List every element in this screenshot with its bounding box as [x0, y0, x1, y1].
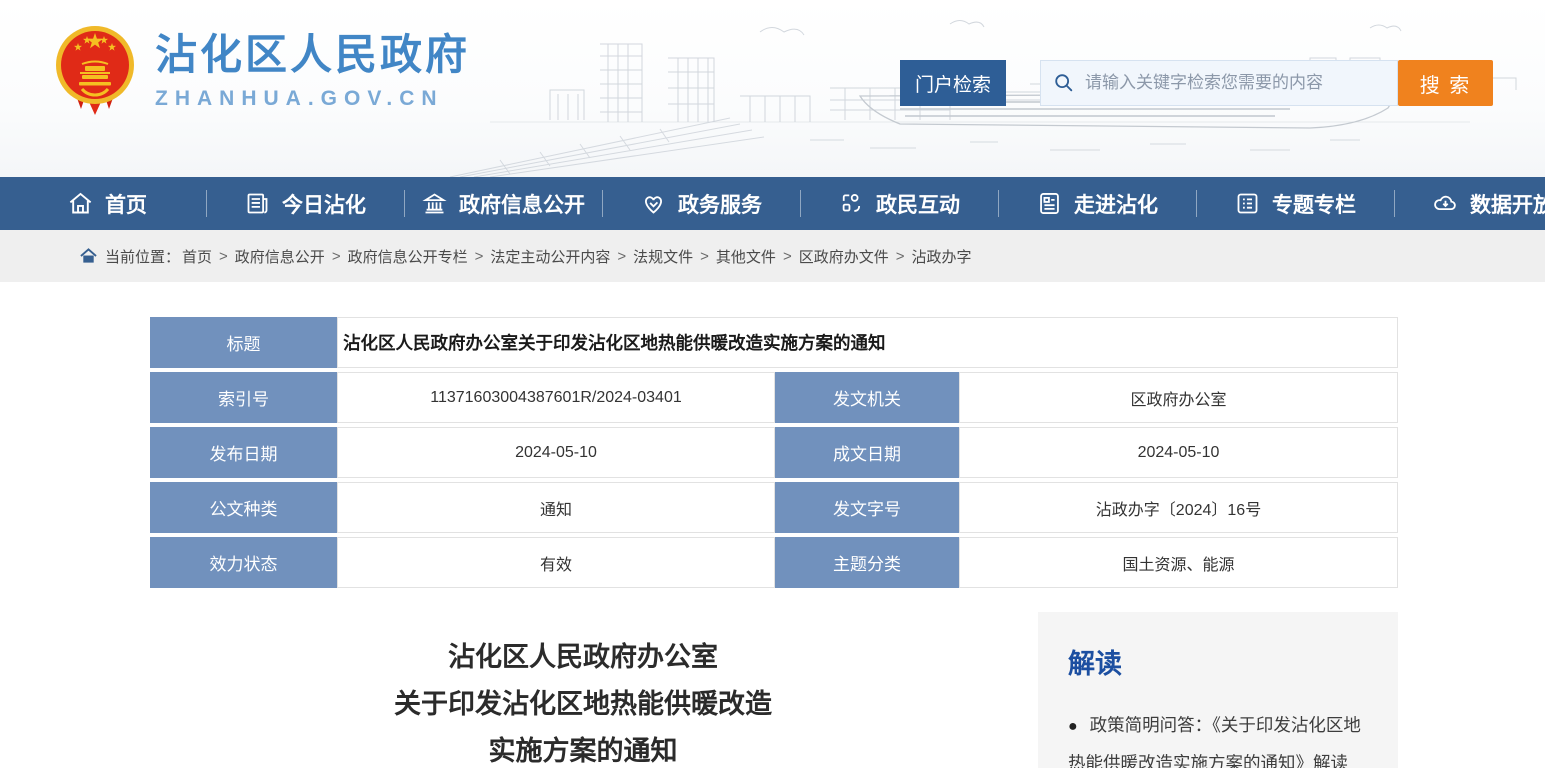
main-nav: 首页 今日沾化 政府信息公开 政务服务 政民互动	[0, 177, 1545, 230]
meta-label-written-date: 成文日期	[775, 427, 959, 478]
crumb-district-office-documents[interactable]: 区政府办文件	[799, 246, 889, 267]
meta-label-subject-category: 主题分类	[775, 537, 959, 588]
breadcrumb: 当前位置： 首页 > 政府信息公开 > 政府信息公开专栏 > 法定主动公开内容 …	[0, 230, 1545, 282]
nav-label: 政民互动	[876, 189, 960, 219]
crumb-separator: >	[896, 248, 905, 265]
meta-label-publish-date: 发布日期	[150, 427, 337, 478]
nav-label: 政务服务	[678, 189, 762, 219]
meta-value-subject-category: 国土资源、能源	[959, 537, 1398, 588]
meta-value-written-date: 2024-05-10	[959, 427, 1398, 478]
crumb-zhanzhengbanzi[interactable]: 沾政办字	[911, 246, 971, 267]
nav-label: 走进沾化	[1074, 189, 1158, 219]
crumb-separator: >	[617, 248, 626, 265]
meta-value-document-type: 通知	[337, 482, 775, 533]
meta-value-validity-status: 有效	[337, 537, 775, 588]
nav-item-government-services[interactable]: 政务服务	[602, 177, 800, 230]
nav-label: 数据开放	[1470, 189, 1545, 219]
document-title-line2: 关于印发沾化区地热能供暖改造	[150, 681, 1016, 728]
meta-row-index: 索引号 11371603004387601R/2024-03401 发文机关 区…	[150, 372, 1398, 423]
interpretation-heading: 解读	[1068, 642, 1370, 681]
cloud-download-icon	[1432, 190, 1459, 217]
meta-value-title: 沾化区人民政府办公室关于印发沾化区地热能供暖改造实施方案的通知	[337, 317, 1398, 368]
site-title: 沾化区人民政府	[155, 31, 470, 79]
interpretation-link[interactable]: ●政策简明问答：《关于印发沾化区地热能供暖改造实施方案的通知》解读	[1068, 707, 1370, 768]
government-building-icon	[421, 190, 448, 217]
meta-label-document-number: 发文字号	[775, 482, 959, 533]
nav-item-government-info[interactable]: 政府信息公开	[404, 177, 602, 230]
crumb-statutory-disclosure[interactable]: 法定主动公开内容	[490, 246, 610, 267]
site-header: 沾化区人民政府 ZHANHUA.GOV.CN 门户检索 搜 索	[0, 0, 1545, 177]
news-icon	[244, 190, 271, 217]
home-icon	[67, 190, 94, 217]
nav-item-today-zhanhua[interactable]: 今日沾化	[206, 177, 404, 230]
breadcrumb-home-icon	[80, 248, 97, 264]
meta-value-issuing-agency: 区政府办公室	[959, 372, 1398, 423]
meta-row-title: 标题 沾化区人民政府办公室关于印发沾化区地热能供暖改造实施方案的通知	[150, 317, 1398, 368]
meta-row-status: 效力状态 有效 主题分类 国土资源、能源	[150, 537, 1398, 588]
meta-label-issuing-agency: 发文机关	[775, 372, 959, 423]
main-content: 标题 沾化区人民政府办公室关于印发沾化区地热能供暖改造实施方案的通知 索引号 1…	[0, 282, 1545, 768]
search-icon	[1053, 72, 1075, 94]
meta-value-document-number: 沾政办字〔2024〕16号	[959, 482, 1398, 533]
nav-item-open-data[interactable]: 数据开放	[1394, 177, 1545, 230]
nav-item-about-zhanhua[interactable]: 走进沾化	[998, 177, 1196, 230]
nav-item-public-interaction[interactable]: 政民互动	[800, 177, 998, 230]
nav-label: 今日沾化	[282, 189, 366, 219]
document-icon	[1036, 190, 1063, 217]
nav-item-special-topics[interactable]: 专题专栏	[1196, 177, 1394, 230]
crumb-other-documents[interactable]: 其他文件	[716, 246, 776, 267]
document-title-line1: 沾化区人民政府办公室	[150, 634, 1016, 681]
document-meta-table: 标题 沾化区人民政府办公室关于印发沾化区地热能供暖改造实施方案的通知 索引号 1…	[150, 317, 1398, 588]
crumb-separator: >	[475, 248, 484, 265]
document-title: 沾化区人民政府办公室 关于印发沾化区地热能供暖改造 实施方案的通知	[150, 634, 1016, 768]
bullet-icon: ●	[1068, 718, 1078, 735]
site-title-block: 沾化区人民政府 ZHANHUA.GOV.CN	[155, 31, 470, 111]
crumb-separator: >	[332, 248, 341, 265]
crumb-separator: >	[700, 248, 709, 265]
meta-row-dates: 发布日期 2024-05-10 成文日期 2024-05-10	[150, 427, 1398, 478]
document-title-line3: 实施方案的通知	[150, 728, 1016, 768]
crumb-regulations[interactable]: 法规文件	[633, 246, 693, 267]
site-logo[interactable]: 沾化区人民政府 ZHANHUA.GOV.CN	[55, 25, 470, 117]
meta-label-document-type: 公文种类	[150, 482, 337, 533]
nav-label: 首页	[105, 189, 147, 219]
search-box	[1040, 60, 1398, 106]
crumb-separator: >	[219, 248, 228, 265]
site-domain: ZHANHUA.GOV.CN	[155, 87, 470, 111]
portal-search-button[interactable]: 门户检索	[900, 60, 1006, 106]
meta-label-validity-status: 效力状态	[150, 537, 337, 588]
breadcrumb-prefix: 当前位置：	[105, 246, 180, 267]
crumb-government-info[interactable]: 政府信息公开	[235, 246, 325, 267]
interaction-icon	[838, 190, 865, 217]
meta-label-index-number: 索引号	[150, 372, 337, 423]
crumb-info-column[interactable]: 政府信息公开专栏	[348, 246, 468, 267]
nav-item-home[interactable]: 首页	[8, 177, 206, 230]
meta-value-publish-date: 2024-05-10	[337, 427, 775, 478]
interpretation-panel: 解读 ●政策简明问答：《关于印发沾化区地热能供暖改造实施方案的通知》解读	[1038, 612, 1398, 768]
list-icon	[1234, 190, 1261, 217]
search-submit-button[interactable]: 搜 索	[1398, 60, 1493, 106]
meta-row-type: 公文种类 通知 发文字号 沾政办字〔2024〕16号	[150, 482, 1398, 533]
national-emblem-icon	[55, 25, 135, 117]
crumb-separator: >	[783, 248, 792, 265]
interpretation-link-text: 政策简明问答：《关于印发沾化区地热能供暖改造实施方案的通知》解读	[1068, 715, 1361, 768]
nav-label: 专题专栏	[1272, 189, 1356, 219]
nav-label: 政府信息公开	[459, 189, 585, 219]
meta-value-index-number: 11371603004387601R/2024-03401	[337, 372, 775, 423]
search-input[interactable]	[1085, 73, 1385, 93]
meta-label-title: 标题	[150, 317, 337, 368]
service-heart-icon	[640, 190, 667, 217]
crumb-home[interactable]: 首页	[182, 246, 212, 267]
